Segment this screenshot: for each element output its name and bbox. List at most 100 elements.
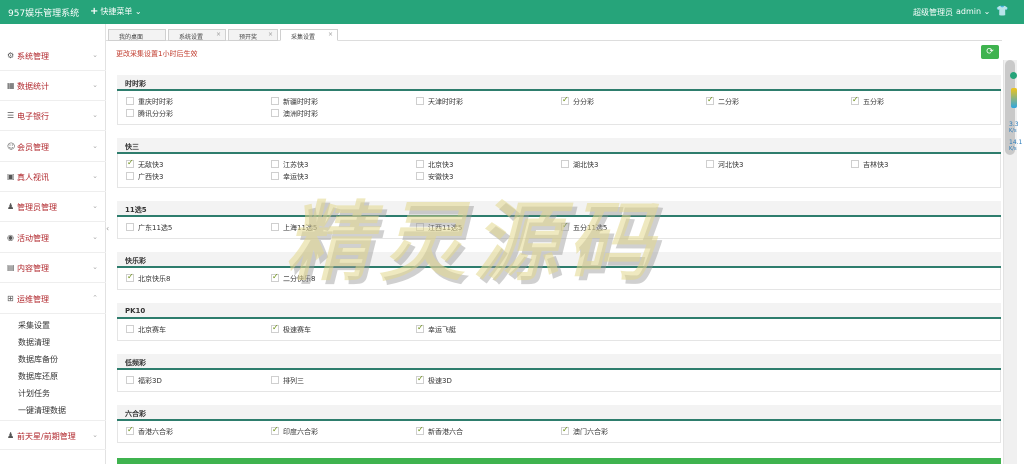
sidebar-item-last[interactable]: ♟ 前天星/前期管理 ⌄ bbox=[0, 420, 106, 450]
checkbox-checked[interactable] bbox=[126, 272, 134, 282]
sidebar-item-ebank[interactable]: ☰ 电子银行 ⌄ bbox=[0, 101, 106, 131]
sidebar-item-members[interactable]: ☺ 会员管理 ⌄ bbox=[0, 132, 106, 162]
option-checkbox[interactable]: 分分彩 bbox=[561, 95, 594, 107]
ops-icon: ⊞ bbox=[7, 294, 14, 303]
option-checkbox[interactable]: 澳洲时时彩 bbox=[271, 109, 318, 119]
checkbox-unchecked[interactable] bbox=[416, 160, 424, 168]
tab-desktop[interactable]: 我的桌面 bbox=[108, 29, 166, 41]
checkbox-unchecked[interactable] bbox=[126, 223, 134, 231]
close-icon[interactable]: × bbox=[216, 31, 221, 38]
checkbox-checked[interactable] bbox=[706, 95, 714, 105]
tab-system-settings[interactable]: 系统设置 × bbox=[168, 29, 226, 41]
refresh-button[interactable]: ⟳ bbox=[981, 45, 999, 59]
checkbox-unchecked[interactable] bbox=[271, 172, 279, 180]
quick-menu-button[interactable]: + 快捷菜单 ⌄ bbox=[90, 6, 142, 17]
submenu-one-click-clean[interactable]: 一键清理数据 bbox=[18, 405, 66, 416]
option-checkbox[interactable]: 北京快3 bbox=[416, 160, 453, 170]
option-checkbox[interactable]: 广东11选5 bbox=[126, 223, 172, 233]
checkbox-checked[interactable] bbox=[416, 374, 424, 384]
user-role: 超级管理员 bbox=[913, 8, 953, 17]
tab-pre-draw[interactable]: 预开奖 × bbox=[228, 29, 278, 41]
option-label: 排列三 bbox=[283, 377, 304, 385]
checkbox-checked[interactable] bbox=[126, 158, 134, 168]
checkbox-unchecked[interactable] bbox=[126, 376, 134, 384]
option-checkbox[interactable]: 天津时时彩 bbox=[416, 97, 463, 107]
checkbox-unchecked[interactable] bbox=[126, 97, 134, 105]
option-checkbox[interactable]: 北京赛车 bbox=[126, 325, 166, 335]
checkbox-unchecked[interactable] bbox=[561, 160, 569, 168]
option-checkbox[interactable]: 重庆时时彩 bbox=[126, 97, 173, 107]
option-checkbox[interactable]: 二分彩 bbox=[706, 95, 739, 107]
option-checkbox[interactable]: 吉林快3 bbox=[851, 160, 888, 170]
submenu-data-clean[interactable]: 数据清理 bbox=[18, 337, 50, 348]
section-title: PK10 bbox=[117, 303, 1001, 319]
sidebar-item-admins[interactable]: ♟ 管理员管理 ⌄ bbox=[0, 192, 106, 222]
option-checkbox[interactable]: 新疆时时彩 bbox=[271, 97, 318, 107]
section-liuhecai: 六合彩 香港六合彩 印度六合彩 新香港六合 澳门六合彩 bbox=[117, 405, 1001, 443]
section-options: 福彩3D 排列三 极速3D bbox=[117, 370, 1001, 392]
checkbox-checked[interactable] bbox=[271, 272, 279, 282]
option-checkbox[interactable]: 无敌快3 bbox=[126, 158, 163, 170]
option-checkbox[interactable]: 五分彩 bbox=[851, 95, 884, 107]
close-icon[interactable]: × bbox=[268, 31, 273, 38]
option-label: 幸运飞艇 bbox=[428, 326, 456, 334]
submenu-scheduled-tasks[interactable]: 计划任务 bbox=[18, 388, 50, 399]
option-checkbox[interactable]: 江苏快3 bbox=[271, 160, 308, 170]
checkbox-checked[interactable] bbox=[271, 425, 279, 435]
checkbox-checked[interactable] bbox=[416, 323, 424, 333]
sidebar-item-ops[interactable]: ⊞ 运维管理 ⌃ bbox=[0, 284, 106, 314]
sidebar-item-stats[interactable]: ▦ 数据统计 ⌄ bbox=[0, 71, 106, 101]
checkbox-unchecked[interactable] bbox=[126, 172, 134, 180]
option-checkbox[interactable]: 湖北快3 bbox=[561, 160, 598, 170]
checkbox-unchecked[interactable] bbox=[706, 160, 714, 168]
checkbox-unchecked[interactable] bbox=[271, 376, 279, 384]
checkbox-checked[interactable] bbox=[126, 425, 134, 435]
checkbox-unchecked[interactable] bbox=[126, 325, 134, 333]
sidebar-collapse-icon[interactable]: ‹ bbox=[106, 224, 109, 233]
submenu-db-restore[interactable]: 数据库还原 bbox=[18, 371, 58, 382]
sidebar-item-activities[interactable]: ◉ 活动管理 ⌄ bbox=[0, 223, 106, 253]
checkbox-unchecked[interactable] bbox=[416, 97, 424, 105]
checkbox-unchecked[interactable] bbox=[126, 109, 134, 117]
option-checkbox[interactable]: 印度六合彩 bbox=[271, 425, 318, 437]
checkbox-checked[interactable] bbox=[851, 95, 859, 105]
checkbox-checked[interactable] bbox=[561, 425, 569, 435]
sidebar-item-live-video[interactable]: ▣ 真人视讯 ⌄ bbox=[0, 162, 106, 192]
chevron-down-icon: ⌄ bbox=[92, 142, 98, 150]
tab-collect-settings[interactable]: 采集设置 × bbox=[280, 29, 338, 41]
sidebar-item-label: 管理员管理 bbox=[17, 203, 57, 212]
option-checkbox[interactable]: 极速3D bbox=[416, 374, 452, 386]
option-checkbox[interactable]: 香港六合彩 bbox=[126, 425, 173, 437]
sidebar-item-content[interactable]: ▤ 内容管理 ⌄ bbox=[0, 253, 106, 283]
save-bar[interactable] bbox=[117, 458, 1001, 464]
user-menu[interactable]: admin ⌄ bbox=[956, 7, 990, 16]
sidebar-item-label: 活动管理 bbox=[17, 234, 49, 243]
option-checkbox[interactable]: 北京快乐8 bbox=[126, 272, 171, 284]
checkbox-checked[interactable] bbox=[561, 95, 569, 105]
option-checkbox[interactable]: 排列三 bbox=[271, 376, 304, 386]
checkbox-unchecked[interactable] bbox=[271, 223, 279, 231]
option-checkbox[interactable]: 河北快3 bbox=[706, 160, 743, 170]
submenu-db-backup[interactable]: 数据库备份 bbox=[18, 354, 58, 365]
checkbox-unchecked[interactable] bbox=[851, 160, 859, 168]
option-label: 北京快乐8 bbox=[138, 275, 171, 283]
checkbox-checked[interactable] bbox=[416, 425, 424, 435]
option-checkbox[interactable]: 新香港六合 bbox=[416, 425, 463, 437]
option-checkbox[interactable]: 福彩3D bbox=[126, 376, 162, 386]
option-checkbox[interactable]: 广西快3 bbox=[126, 172, 163, 182]
shirt-icon[interactable]: 👕 bbox=[996, 6, 1008, 17]
option-checkbox[interactable]: 幸运飞艇 bbox=[416, 323, 456, 335]
sidebar-item-system[interactable]: ⚙ 系统管理 ⌄ bbox=[0, 41, 106, 71]
section-options: 香港六合彩 印度六合彩 新香港六合 澳门六合彩 bbox=[117, 421, 1001, 443]
checkbox-checked[interactable] bbox=[271, 323, 279, 333]
option-label: 北京赛车 bbox=[138, 326, 166, 334]
checkbox-unchecked[interactable] bbox=[271, 109, 279, 117]
option-checkbox[interactable]: 极速赛车 bbox=[271, 323, 311, 335]
checkbox-unchecked[interactable] bbox=[271, 97, 279, 105]
sidebar-item-label: 内容管理 bbox=[17, 264, 49, 273]
checkbox-unchecked[interactable] bbox=[271, 160, 279, 168]
option-checkbox[interactable]: 澳门六合彩 bbox=[561, 425, 608, 437]
submenu-collect-settings[interactable]: 采集设置 bbox=[18, 320, 50, 331]
option-checkbox[interactable]: 腾讯分分彩 bbox=[126, 109, 173, 119]
close-icon[interactable]: × bbox=[328, 31, 333, 38]
